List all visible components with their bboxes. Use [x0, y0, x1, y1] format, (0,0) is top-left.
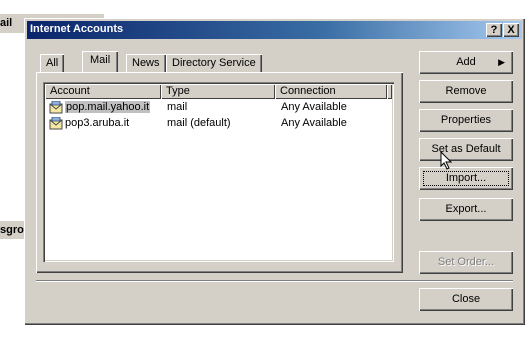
- column-header-filler: [387, 84, 392, 99]
- column-header-account[interactable]: Account: [45, 84, 161, 99]
- tab-news[interactable]: News: [126, 54, 166, 72]
- export-button[interactable]: Export...: [419, 198, 513, 221]
- tab-panel: Account Type Connection pop.mail.yahoo.i…: [36, 72, 403, 273]
- account-type: mail: [167, 101, 188, 113]
- account-type: mail (default): [167, 117, 231, 129]
- add-label: Add: [456, 56, 476, 68]
- window-title: Internet Accounts: [30, 23, 124, 35]
- close-window-button[interactable]: X: [503, 23, 519, 37]
- mail-account-icon: [49, 101, 63, 114]
- remove-button[interactable]: Remove: [419, 80, 513, 103]
- title-bar[interactable]: Internet Accounts ? X: [27, 21, 522, 39]
- set-as-default-button[interactable]: Set as Default: [419, 138, 513, 161]
- mouse-pointer-icon: [440, 151, 453, 170]
- mail-account-icon: [49, 117, 63, 130]
- internet-accounts-dialog: Internet Accounts ? X All Mail News Dire…: [24, 18, 525, 325]
- arrow-right-icon: ▶: [498, 57, 505, 67]
- background-text: ail: [0, 17, 13, 29]
- add-button[interactable]: Add ▶: [419, 51, 513, 74]
- import-button[interactable]: Import...: [419, 167, 513, 190]
- background-window-strip-2: sgro: [0, 221, 26, 239]
- focus-rectangle: [423, 171, 509, 186]
- tab-all[interactable]: All: [40, 54, 65, 72]
- help-button[interactable]: ?: [486, 23, 502, 37]
- close-button[interactable]: Close: [419, 288, 513, 311]
- account-name: pop.mail.yahoo.it: [65, 101, 151, 113]
- account-connection: Any Available: [281, 101, 347, 113]
- account-name: pop3.aruba.it: [65, 117, 130, 129]
- column-header-type[interactable]: Type: [161, 84, 275, 99]
- tab-directory-service[interactable]: Directory Service: [166, 54, 262, 72]
- properties-button[interactable]: Properties: [419, 109, 513, 132]
- separator: [36, 280, 513, 282]
- account-connection: Any Available: [281, 117, 347, 129]
- accounts-list[interactable]: Account Type Connection pop.mail.yahoo.i…: [43, 82, 394, 262]
- column-header-connection[interactable]: Connection: [275, 84, 387, 99]
- tab-mail[interactable]: Mail: [82, 51, 119, 72]
- list-item[interactable]: pop3.aruba.it mail (default) Any Availab…: [45, 116, 390, 132]
- background-text-2: sgro: [0, 224, 24, 236]
- list-item[interactable]: pop.mail.yahoo.it mail Any Available: [45, 100, 390, 116]
- set-order-button[interactable]: Set Order...: [419, 251, 513, 274]
